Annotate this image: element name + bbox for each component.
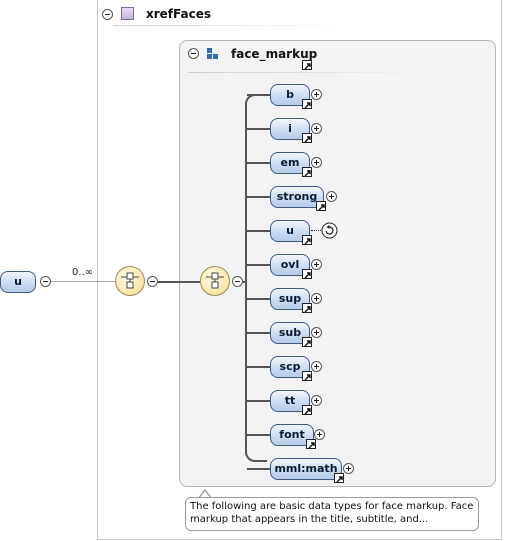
inner-group-title: face_markup: [231, 47, 318, 61]
link-arrow-icon[interactable]: [302, 337, 312, 347]
recursion-icon[interactable]: [321, 222, 338, 239]
child-connector: [247, 298, 270, 300]
inner-group-divider: [188, 72, 428, 73]
inner-group-link-icon[interactable]: [302, 60, 312, 70]
link-arrow-icon[interactable]: [302, 303, 312, 313]
child-connector: [247, 264, 270, 266]
expand-button[interactable]: [311, 293, 322, 304]
child-connector: [247, 332, 270, 334]
expand-button[interactable]: [311, 395, 322, 406]
link-arrow-icon[interactable]: [306, 439, 316, 449]
link-arrow-icon[interactable]: [316, 201, 326, 211]
root-connector-line: [51, 281, 117, 282]
child-connector: [247, 366, 270, 368]
child-connector: [247, 230, 270, 232]
child-label: sub: [278, 326, 302, 339]
child-connector: [247, 434, 270, 436]
expand-button[interactable]: [311, 361, 322, 372]
group-icon: [121, 7, 134, 20]
child-element-mml-math[interactable]: mml:math: [270, 458, 342, 480]
link-arrow-icon[interactable]: [302, 167, 312, 177]
child-connector: [247, 468, 270, 470]
inner-group-box: [179, 40, 496, 487]
expand-button[interactable]: [311, 89, 322, 100]
link-arrow-icon[interactable]: [302, 371, 312, 381]
link-arrow-icon[interactable]: [334, 473, 344, 483]
inner-sequence-collapse-button[interactable]: [232, 276, 243, 287]
link-arrow-icon[interactable]: [302, 235, 312, 245]
root-element-label: u: [14, 275, 22, 288]
child-connector: [247, 400, 270, 402]
link-arrow-icon[interactable]: [302, 133, 312, 143]
expand-button[interactable]: [311, 327, 322, 338]
child-label: ovl: [280, 258, 300, 271]
annotation-line-2: markup that appears in the title, subtit…: [190, 514, 429, 525]
root-collapse-button[interactable]: [40, 276, 51, 287]
child-label: b: [286, 88, 294, 101]
child-label: em: [280, 156, 300, 169]
child-label: tt: [284, 394, 296, 407]
child-label: scp: [279, 360, 301, 373]
child-label: u: [286, 224, 294, 237]
expand-button[interactable]: [343, 463, 354, 474]
expand-button[interactable]: [311, 259, 322, 270]
occurrence-label: 0..∞: [72, 267, 94, 278]
recursion-dotted-line: [311, 230, 321, 231]
annotation-line-1: The following are basic data types for f…: [190, 501, 474, 512]
bracket-joint: [243, 281, 247, 283]
child-connector: [247, 196, 270, 198]
root-element-u[interactable]: u: [0, 271, 36, 293]
child-label: font: [279, 428, 305, 441]
annotation-box: The following are basic data types for f…: [185, 497, 479, 531]
outer-group-collapse-button[interactable]: [102, 9, 113, 20]
expand-button[interactable]: [314, 429, 325, 440]
child-connector: [247, 128, 270, 130]
link-arrow-icon[interactable]: [302, 405, 312, 415]
expand-button[interactable]: [311, 157, 322, 168]
sequence-compositor-outer[interactable]: [115, 266, 145, 296]
complex-type-icon: [207, 48, 219, 60]
child-label: mml:math: [274, 462, 338, 475]
link-arrow-icon[interactable]: [302, 99, 312, 109]
child-label: i: [288, 122, 292, 135]
child-connector: [247, 94, 270, 96]
expand-button[interactable]: [311, 123, 322, 134]
child-label: strong: [276, 190, 318, 203]
expand-button[interactable]: [326, 191, 337, 202]
sequence-connector-line: [158, 281, 200, 283]
link-arrow-icon[interactable]: [302, 269, 312, 279]
sequence-compositor-inner[interactable]: [200, 266, 230, 296]
child-connector: [247, 162, 270, 164]
child-label: sup: [278, 292, 302, 305]
inner-group-collapse-button[interactable]: [188, 48, 199, 59]
outer-sequence-collapse-button[interactable]: [147, 276, 158, 287]
children-bracket: [245, 94, 267, 462]
outer-group-title: xrefFaces: [146, 7, 212, 21]
outer-group-divider: [113, 25, 343, 26]
